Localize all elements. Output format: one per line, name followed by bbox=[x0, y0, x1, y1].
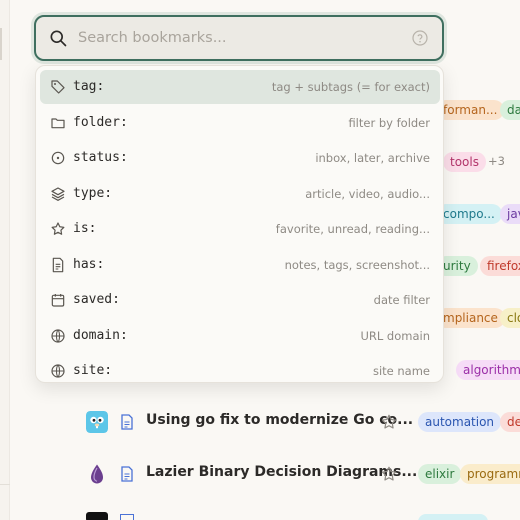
suggestion-key: saved: bbox=[73, 292, 120, 307]
star-icon[interactable] bbox=[380, 413, 398, 431]
suggestion-key: type: bbox=[73, 186, 113, 201]
globe-icon bbox=[51, 364, 65, 378]
suggestion-desc: tag + subtags (= for exact) bbox=[271, 80, 430, 94]
search-input[interactable] bbox=[78, 25, 398, 51]
suggestion-key: domain: bbox=[73, 328, 128, 343]
tag-chip[interactable] bbox=[418, 514, 488, 520]
suggestion-desc: notes, tags, screenshot... bbox=[284, 258, 430, 272]
status-circle-icon bbox=[51, 151, 65, 165]
suggestion-key: folder: bbox=[73, 115, 128, 130]
tag-chip[interactable]: jav bbox=[500, 204, 520, 224]
suggestion-desc: article, video, audio... bbox=[305, 187, 430, 201]
tag-icon bbox=[51, 80, 65, 94]
layers-icon bbox=[51, 187, 65, 201]
suggestion-desc: URL domain bbox=[360, 329, 430, 343]
left-rail bbox=[0, 0, 10, 520]
document-icon bbox=[121, 466, 133, 482]
filter-suggestions-dropdown: tag: tag + subtags (= for exact) folder:… bbox=[35, 65, 444, 383]
suggestion-site[interactable]: site: site name bbox=[40, 354, 440, 382]
suggestion-key: site: bbox=[73, 363, 113, 378]
elixir-drop-icon bbox=[91, 464, 103, 484]
tag-chip[interactable]: clo bbox=[500, 308, 520, 328]
gopher-icon bbox=[86, 411, 108, 433]
suggestion-folder[interactable]: folder: filter by folder bbox=[40, 106, 440, 140]
suggestion-key: tag: bbox=[73, 79, 105, 94]
more-tags-count[interactable]: +3 bbox=[488, 154, 505, 168]
globe-icon bbox=[51, 329, 65, 343]
suggestion-key: is: bbox=[73, 221, 97, 236]
bookmark-title[interactable]: Lazier Binary Decision Diagrams... bbox=[146, 464, 417, 480]
suggestion-status[interactable]: status: inbox, later, archive bbox=[40, 141, 440, 175]
suggestion-desc: favorite, unread, reading... bbox=[275, 222, 430, 236]
bookmark-row[interactable]: Using go fix to modernize Go co... bbox=[86, 407, 520, 437]
suggestion-desc: date filter bbox=[373, 293, 430, 307]
star-icon bbox=[51, 222, 65, 235]
suggestion-desc: site name bbox=[372, 364, 430, 378]
suggestion-domain[interactable]: domain: URL domain bbox=[40, 319, 440, 353]
search-icon bbox=[50, 30, 67, 47]
document-icon bbox=[120, 514, 134, 520]
rail-divider-bottom bbox=[0, 484, 10, 485]
document-icon bbox=[121, 414, 133, 430]
tag-chip[interactable]: mpliance bbox=[436, 308, 505, 328]
help-icon[interactable] bbox=[412, 30, 428, 46]
tag-chip[interactable]: algorithms bbox=[456, 360, 520, 380]
suggestion-is[interactable]: is: favorite, unread, reading... bbox=[40, 212, 440, 246]
document-icon bbox=[52, 257, 64, 273]
suggestion-desc: filter by folder bbox=[348, 116, 430, 130]
suggestion-key: has: bbox=[73, 257, 105, 272]
suggestion-desc: inbox, later, archive bbox=[315, 151, 430, 165]
bookmark-title[interactable]: Using go fix to modernize Go co... bbox=[146, 412, 413, 428]
suggestion-key: status: bbox=[73, 150, 128, 165]
bookmark-row[interactable]: Lazier Binary Decision Diagrams... bbox=[86, 459, 520, 489]
suggestion-tag[interactable]: tag: tag + subtags (= for exact) bbox=[40, 70, 440, 104]
search-bar bbox=[34, 15, 444, 61]
suggestion-saved[interactable]: saved: date filter bbox=[40, 283, 440, 317]
tag-chip[interactable]: firefox bbox=[480, 256, 520, 276]
tag-chip[interactable]: forman... bbox=[436, 100, 505, 120]
suggestion-has[interactable]: has: notes, tags, screenshot... bbox=[40, 248, 440, 282]
favicon bbox=[86, 512, 108, 520]
tag-chip[interactable]: tools bbox=[443, 152, 486, 172]
rail-divider bbox=[0, 28, 2, 60]
folder-icon bbox=[51, 118, 65, 129]
tag-chip[interactable]: compo... bbox=[436, 204, 502, 224]
calendar-icon bbox=[51, 294, 65, 307]
star-icon[interactable] bbox=[380, 465, 398, 483]
suggestion-type[interactable]: type: article, video, audio... bbox=[40, 177, 440, 211]
tag-chip[interactable]: da bbox=[500, 100, 520, 120]
